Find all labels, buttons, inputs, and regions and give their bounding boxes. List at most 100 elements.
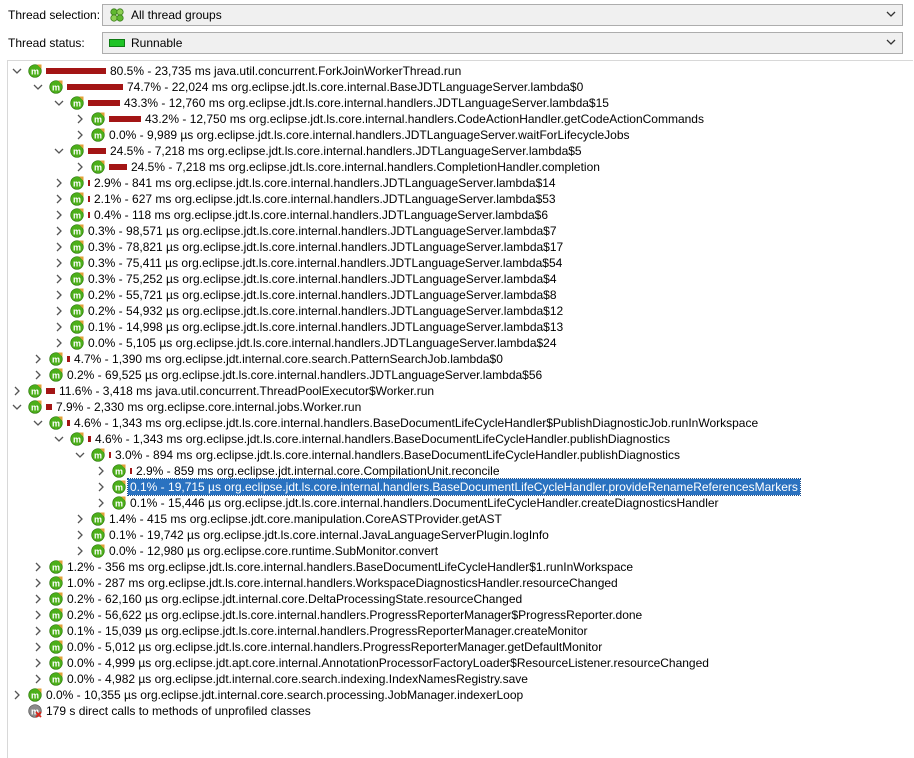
time-bar bbox=[67, 84, 123, 90]
chevron-right-icon[interactable] bbox=[12, 386, 22, 396]
tree-row-label: 4.7% - 1,390 ms org.eclipse.jdt.internal… bbox=[74, 352, 503, 366]
time-bar bbox=[109, 116, 141, 122]
svg-text:m: m bbox=[52, 610, 60, 620]
svg-text:m: m bbox=[52, 642, 60, 652]
tree-row-label: 43.2% - 12,750 ms org.eclipse.jdt.ls.cor… bbox=[145, 112, 704, 126]
time-bar bbox=[88, 148, 106, 154]
chevron-right-icon[interactable] bbox=[12, 690, 22, 700]
svg-text:m: m bbox=[94, 530, 102, 540]
chevron-down-icon[interactable] bbox=[54, 146, 64, 156]
thread-selection-value: All thread groups bbox=[131, 8, 222, 22]
chevron-right-icon[interactable] bbox=[33, 610, 43, 620]
chevron-right-icon[interactable] bbox=[96, 466, 106, 476]
chevron-down-icon[interactable] bbox=[33, 418, 43, 428]
chevron-right-icon[interactable] bbox=[54, 242, 64, 252]
chevron-right-icon[interactable] bbox=[54, 274, 64, 284]
chevron-right-icon[interactable] bbox=[33, 594, 43, 604]
tree-row-label: 0.0% - 4,982 µs org.eclipse.jdt.internal… bbox=[67, 672, 528, 686]
chevron-right-icon[interactable] bbox=[54, 194, 64, 204]
chevron-right-icon[interactable] bbox=[75, 162, 85, 172]
method-icon: m bbox=[28, 400, 42, 414]
svg-text:m: m bbox=[52, 626, 60, 636]
chevron-right-icon[interactable] bbox=[54, 258, 64, 268]
chevron-right-icon[interactable] bbox=[33, 562, 43, 572]
time-bar bbox=[88, 196, 90, 202]
chevron-right-icon[interactable] bbox=[96, 482, 106, 492]
chevron-right-icon[interactable] bbox=[54, 178, 64, 188]
chevron-down-icon[interactable] bbox=[54, 98, 64, 108]
method-icon: m bbox=[49, 640, 63, 654]
method-icon: m bbox=[49, 592, 63, 606]
method-icon: m bbox=[28, 688, 42, 702]
tree-row-label: 0.4% - 118 ms org.eclipse.jdt.ls.core.in… bbox=[94, 208, 549, 222]
tree-row-label: 0.1% - 19,715 µs org.eclipse.jdt.ls.core… bbox=[127, 478, 801, 496]
chevron-down-icon[interactable] bbox=[33, 82, 43, 92]
svg-text:m: m bbox=[115, 482, 123, 492]
chevron-down-icon[interactable] bbox=[12, 402, 22, 412]
chevron-down-icon[interactable] bbox=[75, 450, 85, 460]
svg-text:m: m bbox=[52, 370, 60, 380]
time-bar bbox=[67, 356, 70, 362]
tree-row-label: 24.5% - 7,218 ms org.eclipse.jdt.ls.core… bbox=[110, 144, 582, 158]
svg-text:m: m bbox=[31, 690, 39, 700]
chevron-right-icon[interactable] bbox=[33, 370, 43, 380]
chevron-right-icon[interactable] bbox=[54, 226, 64, 236]
chevron-right-icon[interactable] bbox=[54, 290, 64, 300]
chevron-down-icon[interactable] bbox=[54, 434, 64, 444]
time-bar bbox=[88, 212, 90, 218]
chevron-right-icon[interactable] bbox=[54, 322, 64, 332]
chevron-right-icon[interactable] bbox=[54, 306, 64, 316]
chevron-down-icon[interactable] bbox=[886, 38, 896, 46]
chevron-down-icon[interactable] bbox=[886, 10, 896, 18]
tree-row-label: 0.0% - 5,012 µs org.eclipse.jdt.ls.core.… bbox=[67, 640, 603, 654]
chevron-right-icon[interactable] bbox=[96, 498, 106, 508]
runnable-status-icon bbox=[109, 36, 125, 50]
svg-text:m: m bbox=[73, 306, 81, 316]
chevron-right-icon[interactable] bbox=[33, 658, 43, 668]
time-bar bbox=[46, 404, 52, 410]
tree-row-label: 0.2% - 55,721 µs org.eclipse.jdt.ls.core… bbox=[88, 288, 557, 302]
method-icon: m bbox=[70, 288, 84, 302]
svg-text:m: m bbox=[73, 98, 81, 108]
tree-row-label: 4.6% - 1,343 ms org.eclipse.jdt.ls.core.… bbox=[74, 416, 759, 430]
tree-row-label: 0.1% - 15,039 µs org.eclipse.jdt.ls.core… bbox=[67, 624, 588, 638]
method-icon: m bbox=[49, 80, 63, 94]
tree-row-label: 0.2% - 69,525 µs org.eclipse.jdt.ls.core… bbox=[67, 368, 543, 382]
chevron-down-icon[interactable] bbox=[12, 66, 22, 76]
tree-row-label: 179 s direct calls to methods of unprofi… bbox=[46, 704, 311, 718]
method-icon: m bbox=[91, 448, 105, 462]
method-icon: m bbox=[49, 368, 63, 382]
method-icon: m bbox=[49, 656, 63, 670]
svg-text:m: m bbox=[115, 466, 123, 476]
svg-text:m: m bbox=[52, 658, 60, 668]
chevron-right-icon[interactable] bbox=[33, 626, 43, 636]
tree-row-label: 0.1% - 19,742 µs org.eclipse.jdt.ls.core… bbox=[109, 528, 549, 542]
method-icon: m bbox=[112, 464, 126, 478]
method-icon: m bbox=[70, 144, 84, 158]
thread-selection-combo[interactable]: All thread groups bbox=[102, 4, 903, 26]
tree-row-label: 0.1% - 15,446 µs org.eclipse.jdt.ls.core… bbox=[130, 496, 719, 510]
method-icon: m bbox=[70, 304, 84, 318]
chevron-right-icon[interactable] bbox=[75, 514, 85, 524]
chevron-right-icon[interactable] bbox=[54, 210, 64, 220]
chevron-right-icon[interactable] bbox=[33, 354, 43, 364]
call-tree[interactable]: m 80.5% - 23,735 ms java.util.concurrent.… bbox=[7, 60, 913, 758]
tree-row-label: 0.3% - 98,571 µs org.eclipse.jdt.ls.core… bbox=[88, 224, 557, 238]
method-icon: m bbox=[70, 240, 84, 254]
chevron-right-icon[interactable] bbox=[33, 578, 43, 588]
chevron-right-icon[interactable] bbox=[33, 642, 43, 652]
chevron-right-icon[interactable] bbox=[75, 114, 85, 124]
svg-text:m: m bbox=[73, 226, 81, 236]
thread-status-combo[interactable]: Runnable bbox=[102, 32, 903, 54]
chevron-right-icon[interactable] bbox=[75, 530, 85, 540]
tree-row-label: 0.0% - 10,355 µs org.eclipse.jdt.interna… bbox=[46, 688, 524, 702]
time-bar bbox=[88, 180, 90, 186]
chevron-right-icon[interactable] bbox=[54, 338, 64, 348]
method-icon: m bbox=[70, 432, 84, 446]
method-icon: m bbox=[70, 320, 84, 334]
tree-row-label: 11.6% - 3,418 ms java.util.concurrent.Th… bbox=[59, 384, 435, 398]
chevron-right-icon[interactable] bbox=[33, 674, 43, 684]
chevron-right-icon[interactable] bbox=[75, 546, 85, 556]
chevron-right-icon[interactable] bbox=[75, 130, 85, 140]
method-icon: m bbox=[91, 128, 105, 142]
